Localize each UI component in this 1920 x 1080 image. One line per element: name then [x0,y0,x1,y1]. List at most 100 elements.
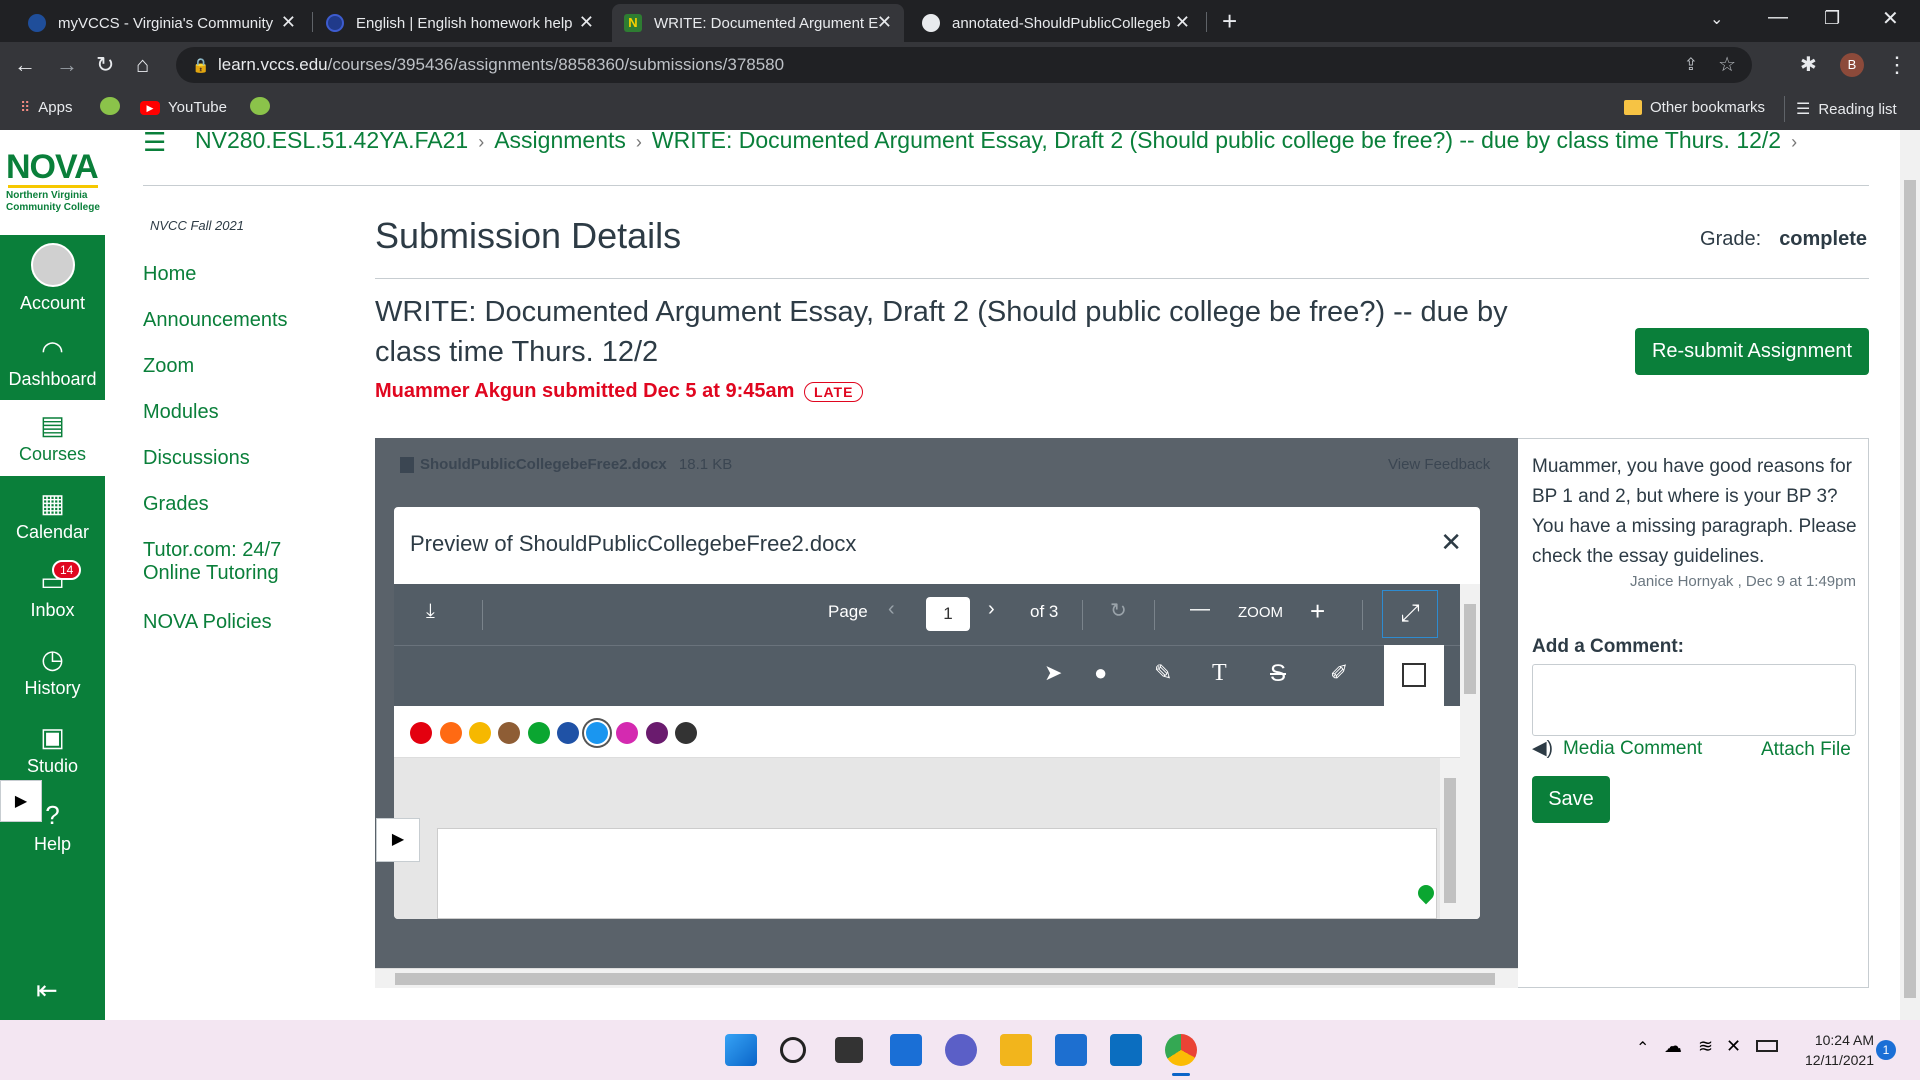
extensions-icon[interactable]: ✱ [1800,52,1817,77]
close-tab-icon[interactable]: ✕ [281,12,296,33]
close-tab-icon[interactable]: ✕ [579,12,594,33]
tab-myvccs[interactable]: myVCCS - Virginia's Community ✕ [16,4,308,42]
comment-pin-icon[interactable] [1414,881,1438,905]
show-hidden-icons-icon[interactable]: ⌃ [1636,1038,1649,1058]
search-icon[interactable] [780,1037,806,1063]
select-pointer-icon[interactable]: ➤ [1044,660,1062,686]
nav-inbox[interactable]: ▭ 14 Inbox [0,560,105,626]
bookmark-green-icon[interactable] [250,97,270,115]
color-swatch-blue-selected[interactable] [586,722,608,744]
nav-calendar[interactable]: ▦ Calendar [0,488,105,548]
bookmark-apps[interactable]: ⠿ Apps [20,99,72,116]
tab-search-icon[interactable]: ⌄ [1710,9,1723,29]
document-page[interactable] [437,828,1438,919]
course-nav-zoom[interactable]: Zoom [143,355,194,378]
home-icon[interactable]: ⌂ [136,52,149,78]
url-bar[interactable]: 🔒 learn.vccs.edu/courses/395436/assignme… [176,47,1752,83]
color-swatch-dark-blue[interactable] [557,722,579,744]
rotate-icon[interactable]: ↻ [1110,598,1127,623]
comment-textarea[interactable] [1532,664,1856,736]
freedraw-brush-icon[interactable]: ✐ [1330,660,1348,686]
view-feedback-link[interactable]: View Feedback [1388,456,1490,473]
collapse-nav-icon[interactable]: ⇤ [36,975,58,1006]
media-play-button[interactable]: ▶ [376,818,420,862]
media-comment-link[interactable]: ◀) Media Comment [1532,737,1702,760]
bookmark-youtube[interactable]: ▶ YouTube [140,99,227,116]
restore-icon[interactable]: ❐ [1824,8,1840,29]
chrome-icon[interactable] [1165,1034,1197,1066]
wifi-icon[interactable]: ≋ [1698,1036,1713,1057]
minimize-icon[interactable]: — [1768,6,1788,29]
course-nav-tutor[interactable]: Tutor.com: 24/7 Online Tutoring [143,539,281,585]
reading-list[interactable]: ☰ Reading list [1796,99,1897,119]
nav-studio[interactable]: ▣ Studio [0,722,105,782]
reload-icon[interactable]: ↻ [96,52,114,78]
window-close-icon[interactable]: ✕ [1882,6,1899,31]
next-page-icon[interactable]: › [988,598,995,621]
close-preview-icon[interactable]: ✕ [1440,527,1462,558]
color-swatch-pink[interactable] [616,722,638,744]
breadcrumb-assignments[interactable]: Assignments [494,127,626,153]
file-explorer-icon[interactable] [1000,1034,1032,1066]
tab-annotated-doc[interactable]: annotated-ShouldPublicCollegeb ✕ [910,4,1202,42]
resubmit-assignment-button[interactable]: Re-submit Assignment [1635,328,1869,375]
attach-file-link[interactable]: Attach File [1761,739,1851,761]
previous-page-icon[interactable]: ‹ [888,598,895,621]
dell-app-icon[interactable] [1110,1034,1142,1066]
battery-icon[interactable] [1756,1040,1778,1052]
color-swatch-orange[interactable] [440,722,462,744]
file-name-link[interactable]: ShouldPublicCollegebeFree2.docx [420,456,667,473]
windows-start-icon[interactable] [725,1034,757,1066]
back-icon[interactable]: ← [14,52,36,78]
close-tab-icon[interactable]: ✕ [877,12,892,33]
fullscreen-expand-icon[interactable]: ⤢ [1382,590,1438,638]
nav-history[interactable]: ◷ History [0,644,105,704]
bookmark-other[interactable]: Other bookmarks [1624,99,1765,116]
course-nav-discussions[interactable]: Discussions [143,447,250,470]
breadcrumb-assignment[interactable]: WRITE: Documented Argument Essay, Draft … [652,127,1781,153]
tab-english-help[interactable]: English | English homework help ✕ [314,4,606,42]
onedrive-cloud-icon[interactable]: ☁ [1664,1036,1682,1057]
tab-write-assignment[interactable]: N WRITE: Documented Argument E ✕ [612,4,904,42]
color-swatch-yellow[interactable] [469,722,491,744]
course-nav-announcements[interactable]: Announcements [143,309,288,332]
volume-muted-icon[interactable]: ✕ [1726,1036,1741,1057]
forward-icon[interactable]: → [56,52,78,78]
zoom-in-icon[interactable]: + [1310,596,1325,627]
profile-avatar[interactable]: B [1840,53,1864,77]
color-swatch-green[interactable] [528,722,550,744]
document-scrollbar[interactable] [1440,758,1460,919]
page-scrollbar[interactable] [1900,130,1920,1020]
bookmark-green-icon[interactable] [100,97,120,115]
system-clock[interactable]: 10:24 AM 12/11/2021 [1794,1030,1874,1070]
zoom-out-icon[interactable]: — [1190,598,1210,621]
nav-account[interactable]: Account [0,240,105,316]
task-view-icon[interactable] [835,1037,863,1063]
page-number-input[interactable]: 1 [926,597,970,631]
media-play-button[interactable]: ▶ [0,780,42,822]
area-tool-button[interactable] [1384,645,1444,706]
text-tool-icon[interactable]: T [1212,660,1227,687]
nav-dashboard[interactable]: ◠ Dashboard [0,335,105,395]
color-swatch-purple[interactable] [646,722,668,744]
hamburger-menu-icon[interactable]: ☰ [143,127,166,158]
share-icon[interactable]: ⇪ [1684,47,1698,83]
bookmark-star-icon[interactable]: ☆ [1718,47,1736,83]
horizontal-scrollbar[interactable] [375,968,1518,988]
course-nav-policies[interactable]: NOVA Policies [143,611,272,634]
color-swatch-black[interactable] [675,722,697,744]
save-comment-button[interactable]: Save [1532,776,1610,823]
highlight-pen-icon[interactable]: ✎ [1154,660,1172,686]
mail-icon[interactable] [1055,1034,1087,1066]
close-tab-icon[interactable]: ✕ [1175,12,1190,33]
teams-chat-icon[interactable] [945,1034,977,1066]
nova-logo[interactable]: NOVA Northern Virginia Community College [0,130,105,235]
pin-comment-icon[interactable]: ● [1094,660,1107,686]
course-nav-home[interactable]: Home [143,263,196,286]
color-swatch-brown[interactable] [498,722,520,744]
download-icon[interactable]: ⤓ [426,600,435,623]
course-nav-grades[interactable]: Grades [143,493,209,516]
course-nav-modules[interactable]: Modules [143,401,219,424]
chrome-menu-icon[interactable]: ⋮ [1886,52,1908,78]
notification-badge[interactable]: 1 [1876,1040,1896,1060]
